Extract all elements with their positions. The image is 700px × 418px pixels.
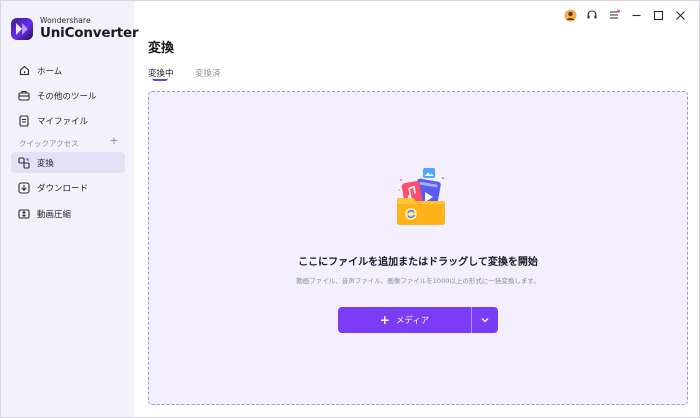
sidebar-item-download[interactable]: ダウンロード	[11, 177, 125, 198]
tab-active-indicator	[152, 78, 168, 81]
maximize-button[interactable]	[651, 8, 665, 22]
add-media-dropdown-button[interactable]	[472, 307, 498, 333]
plus-icon: +	[379, 313, 390, 327]
minimize-button[interactable]	[629, 8, 643, 22]
minimize-icon	[632, 14, 640, 16]
convert-icon	[18, 156, 30, 169]
sidebar: Wondershare UniConverter ホーム その他のツール マイフ…	[1, 1, 139, 417]
sidebar-item-compress[interactable]: 動画圧縮	[11, 203, 125, 224]
quick-access-label: クイックアクセス	[19, 139, 79, 148]
folder-media-illustration	[397, 168, 445, 225]
brand-title: UniConverter	[40, 24, 139, 41]
brand-subtitle: Wondershare	[40, 16, 91, 25]
close-icon	[675, 10, 685, 20]
headset-icon	[587, 10, 597, 19]
menu-icon	[610, 9, 620, 19]
chevron-down-icon	[481, 318, 489, 323]
uniconverter-logo	[11, 17, 33, 40]
add-media-split-button: + メディア	[338, 307, 498, 333]
sidebar-item-home[interactable]: ホーム	[11, 60, 125, 81]
file-icon	[18, 114, 30, 127]
sidebar-item-label: 変換	[37, 158, 55, 169]
add-media-label: メディア	[395, 316, 430, 326]
page-title: 変換	[148, 41, 175, 56]
file-dropzone[interactable]: ここにファイルを追加またはドラッグして変換を開始 動画ファイル、音声ファイル、画…	[148, 91, 688, 405]
app-window: Wondershare UniConverter ホーム その他のツール マイフ…	[0, 0, 700, 418]
tab-converted[interactable]: 変換済	[195, 67, 221, 79]
sidebar-item-convert[interactable]: 変換	[11, 152, 125, 173]
brand: Wondershare UniConverter	[11, 16, 139, 41]
account-button[interactable]	[563, 8, 577, 22]
sidebar-item-label: ダウンロード	[37, 183, 89, 194]
add-quick-access-button[interactable]: +	[109, 135, 119, 146]
support-button[interactable]	[585, 8, 599, 22]
menu-button[interactable]	[607, 8, 621, 22]
maximize-icon	[653, 10, 663, 20]
user-avatar-icon	[564, 9, 576, 21]
sidebar-item-label: 動画圧縮	[37, 209, 72, 220]
close-button[interactable]	[673, 8, 687, 22]
titlebar-controls	[555, 8, 687, 22]
home-icon	[18, 65, 30, 77]
sidebar-item-label: ホーム	[37, 66, 63, 77]
download-icon	[18, 181, 30, 194]
sidebar-item-tools[interactable]: その他のツール	[11, 85, 125, 106]
compress-icon	[18, 208, 30, 220]
add-media-button[interactable]: + メディア	[338, 307, 471, 333]
toolbox-icon	[18, 90, 30, 102]
sidebar-item-label: その他のツール	[37, 91, 97, 102]
sidebar-item-myfiles[interactable]: マイファイル	[11, 110, 125, 131]
sidebar-item-label: マイファイル	[37, 116, 89, 127]
dropzone-subtitle: 動画ファイル、音声ファイル、画像ファイルを1000以上の形式に一括変換します。	[296, 277, 540, 285]
dropzone-title: ここにファイルを追加またはドラッグして変換を開始	[298, 257, 538, 268]
